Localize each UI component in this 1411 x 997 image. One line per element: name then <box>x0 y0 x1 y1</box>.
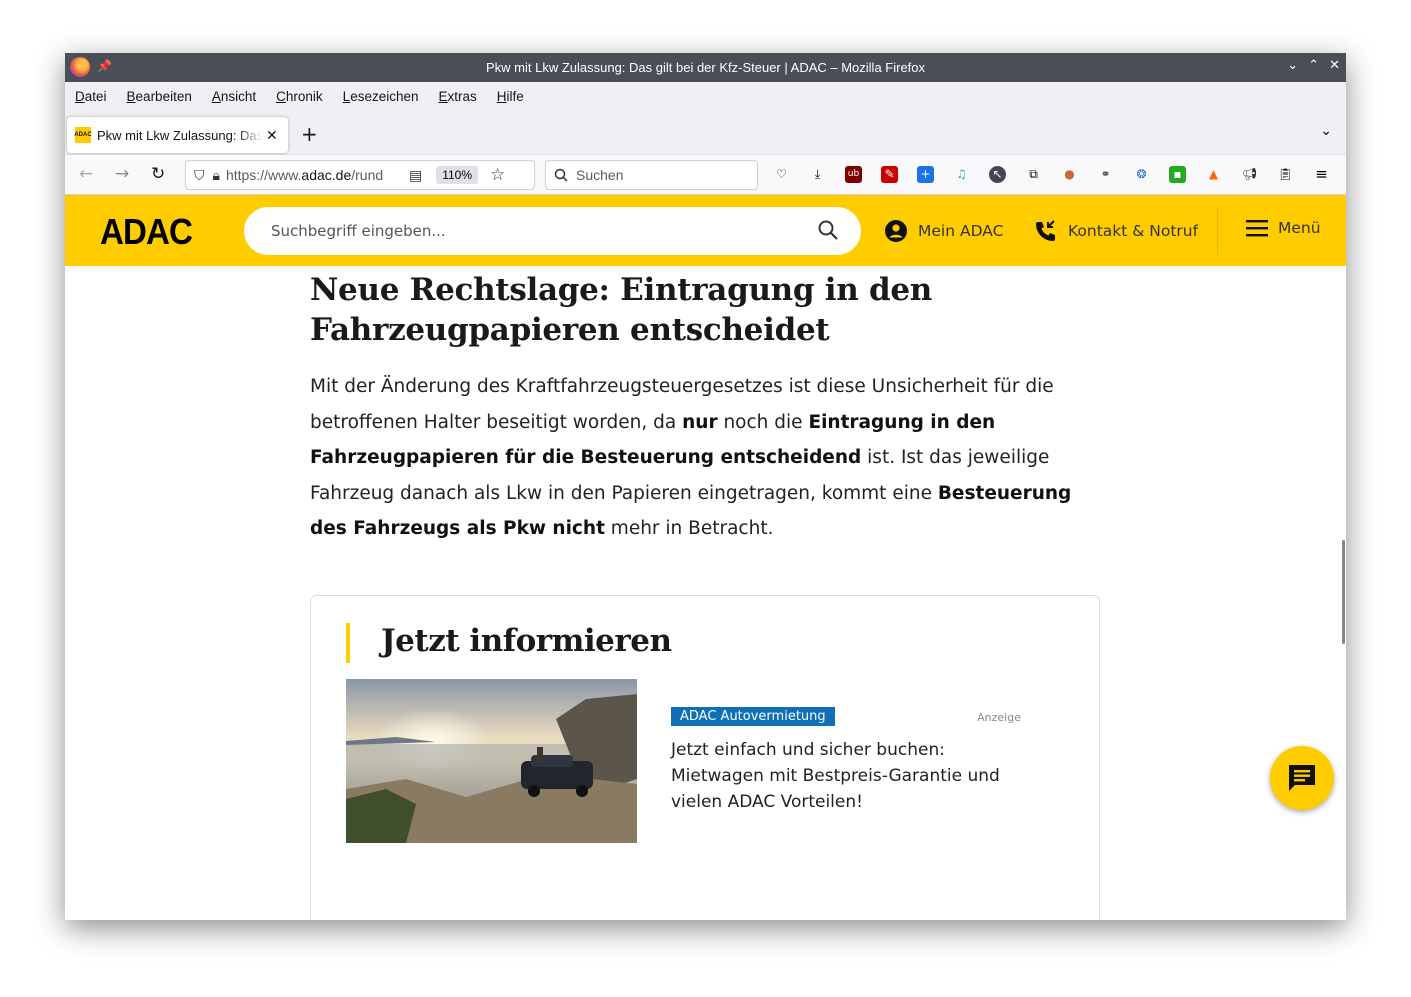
pocket-icon[interactable]: ♡ <box>773 166 790 183</box>
forward-arrow-icon[interactable]: → <box>115 164 129 184</box>
new-tab-button[interactable]: + <box>301 122 318 146</box>
puzzle-extension-icon[interactable]: ⧉ <box>1025 166 1042 183</box>
browser-window: 📌 Pkw mit Lkw Zulassung: Das gilt bei de… <box>65 53 1346 920</box>
adac-logo[interactable]: ADAC <box>100 211 193 253</box>
cursor-extension-icon[interactable]: ↖ <box>989 166 1006 183</box>
ad-category-badge[interactable]: ADAC Autovermietung <box>671 707 835 726</box>
menu-hilfe[interactable]: Hilfe <box>497 89 524 104</box>
header-divider <box>1217 207 1218 255</box>
maximize-button[interactable]: ⌃ <box>1308 58 1319 73</box>
site-header: ADAC Suchbegriff eingeben... Mein ADAC K… <box>65 195 1346 266</box>
tab-close-icon[interactable]: ✕ <box>266 127 278 144</box>
info-box: Jetzt informieren ADAC Autovermietung An… <box>310 595 1100 920</box>
shield-icon[interactable]: ⛉ <box>194 167 205 184</box>
phone-icon <box>1036 220 1055 241</box>
menu-button[interactable]: Menü <box>1246 219 1321 237</box>
sunset-car-image <box>346 679 637 843</box>
plus-extension-icon[interactable]: + <box>917 166 934 183</box>
tab-title: Pkw mit Lkw Zulassung: Das gilt bei der … <box>97 127 262 143</box>
accent-bar <box>346 623 350 663</box>
tab-list-chevron-icon[interactable]: ⌄ <box>1320 123 1332 139</box>
reload-icon[interactable]: ↻ <box>151 164 165 184</box>
url-bar[interactable]: ⛉ 🔒︎ https://www.adac.de/rund ▤ 110% ☆ <box>185 160 535 190</box>
close-button[interactable]: ✕ <box>1329 58 1340 73</box>
menu-datei[interactable]: Datei <box>75 89 107 104</box>
cone-extension-icon[interactable]: ▲ <box>1205 166 1222 183</box>
reader-view-icon[interactable]: ▤ <box>409 167 422 184</box>
globe-extension-icon[interactable]: ❂ <box>1133 166 1150 183</box>
article-paragraph: Mit der Änderung des Kraftfahrzeugsteuer… <box>310 376 1072 539</box>
hamburger-menu-icon[interactable]: ≡ <box>1313 166 1330 183</box>
menu-bearbeiten[interactable]: Bearbeiten <box>127 89 192 104</box>
info-box-title: Jetzt informieren <box>381 623 672 659</box>
search-icon <box>554 168 568 182</box>
mein-adac-link[interactable]: Mein ADAC <box>884 219 1003 243</box>
chat-button[interactable] <box>1270 746 1334 810</box>
menu-lesezeichen[interactable]: Lesezeichen <box>343 89 419 104</box>
scrollbar-thumb[interactable] <box>1342 540 1345 644</box>
web-page: ADAC Suchbegriff eingeben... Mein ADAC K… <box>65 195 1346 920</box>
clipboard-extension-icon[interactable]: 📋︎ <box>1277 166 1294 183</box>
menu-ansicht[interactable]: Ansicht <box>212 89 256 104</box>
article-section: Neue Rechtslage: Eintragung in den Fahrz… <box>310 270 1100 547</box>
user-account-icon <box>885 220 907 242</box>
chat-icon <box>1289 765 1315 791</box>
ad-image[interactable] <box>346 679 637 843</box>
site-search-input[interactable]: Suchbegriff eingeben... <box>244 207 861 255</box>
hamburger-icon <box>1246 220 1268 237</box>
menu-chronik[interactable]: Chronik <box>276 89 323 104</box>
palette-extension-icon[interactable]: ● <box>1061 166 1078 183</box>
ublock-icon[interactable]: ub <box>845 166 862 183</box>
search-icon[interactable] <box>817 219 839 241</box>
tab-active[interactable]: ADAC Pkw mit Lkw Zulassung: Das gilt bei… <box>67 117 288 153</box>
section-heading: Neue Rechtslage: Eintragung in den Fahrz… <box>310 272 933 348</box>
circles-extension-icon[interactable]: ⚭ <box>1097 166 1114 183</box>
title-bar: 📌 Pkw mit Lkw Zulassung: Das gilt bei de… <box>65 53 1346 82</box>
green-extension-icon[interactable]: ▪ <box>1169 166 1186 183</box>
ad-description[interactable]: Jetzt einfach und sicher buchen: Mietwag… <box>671 737 1031 815</box>
zoom-indicator[interactable]: 110% <box>436 166 478 184</box>
search-placeholder: Suchen <box>576 167 624 183</box>
window-title: Pkw mit Lkw Zulassung: Das gilt bei der … <box>485 60 926 75</box>
music-extension-icon[interactable]: ♫ <box>953 166 970 183</box>
site-search-placeholder: Suchbegriff eingeben... <box>271 222 446 240</box>
megaphone-extension-icon[interactable]: 📢︎ <box>1241 166 1258 183</box>
search-bar[interactable]: Suchen <box>545 160 758 190</box>
menu-extras[interactable]: Extras <box>439 89 477 104</box>
adac-favicon-icon: ADAC <box>74 127 92 143</box>
menu-bar: Datei Bearbeiten Ansicht Chronik Lesezei… <box>65 82 1346 111</box>
lock-icon[interactable]: 🔒︎ <box>213 167 220 184</box>
minimize-button[interactable]: ⌄ <box>1287 58 1298 73</box>
bookmark-star-icon[interactable]: ☆ <box>490 165 505 185</box>
download-icon[interactable]: ⤓ <box>809 166 826 183</box>
tab-bar: ADAC Pkw mit Lkw Zulassung: Das gilt bei… <box>65 111 1346 155</box>
kontakt-notruf-link[interactable]: Kontakt & Notruf <box>1034 219 1198 243</box>
pen-extension-icon[interactable]: ✎ <box>881 166 898 183</box>
ad-label: Anzeige <box>977 711 1021 724</box>
url-text[interactable]: https://www.adac.de/rund <box>226 167 401 183</box>
navigation-toolbar: ← → ↻ ⛉ 🔒︎ https://www.adac.de/rund ▤ 11… <box>65 155 1346 195</box>
back-arrow-icon[interactable]: ← <box>79 164 93 184</box>
